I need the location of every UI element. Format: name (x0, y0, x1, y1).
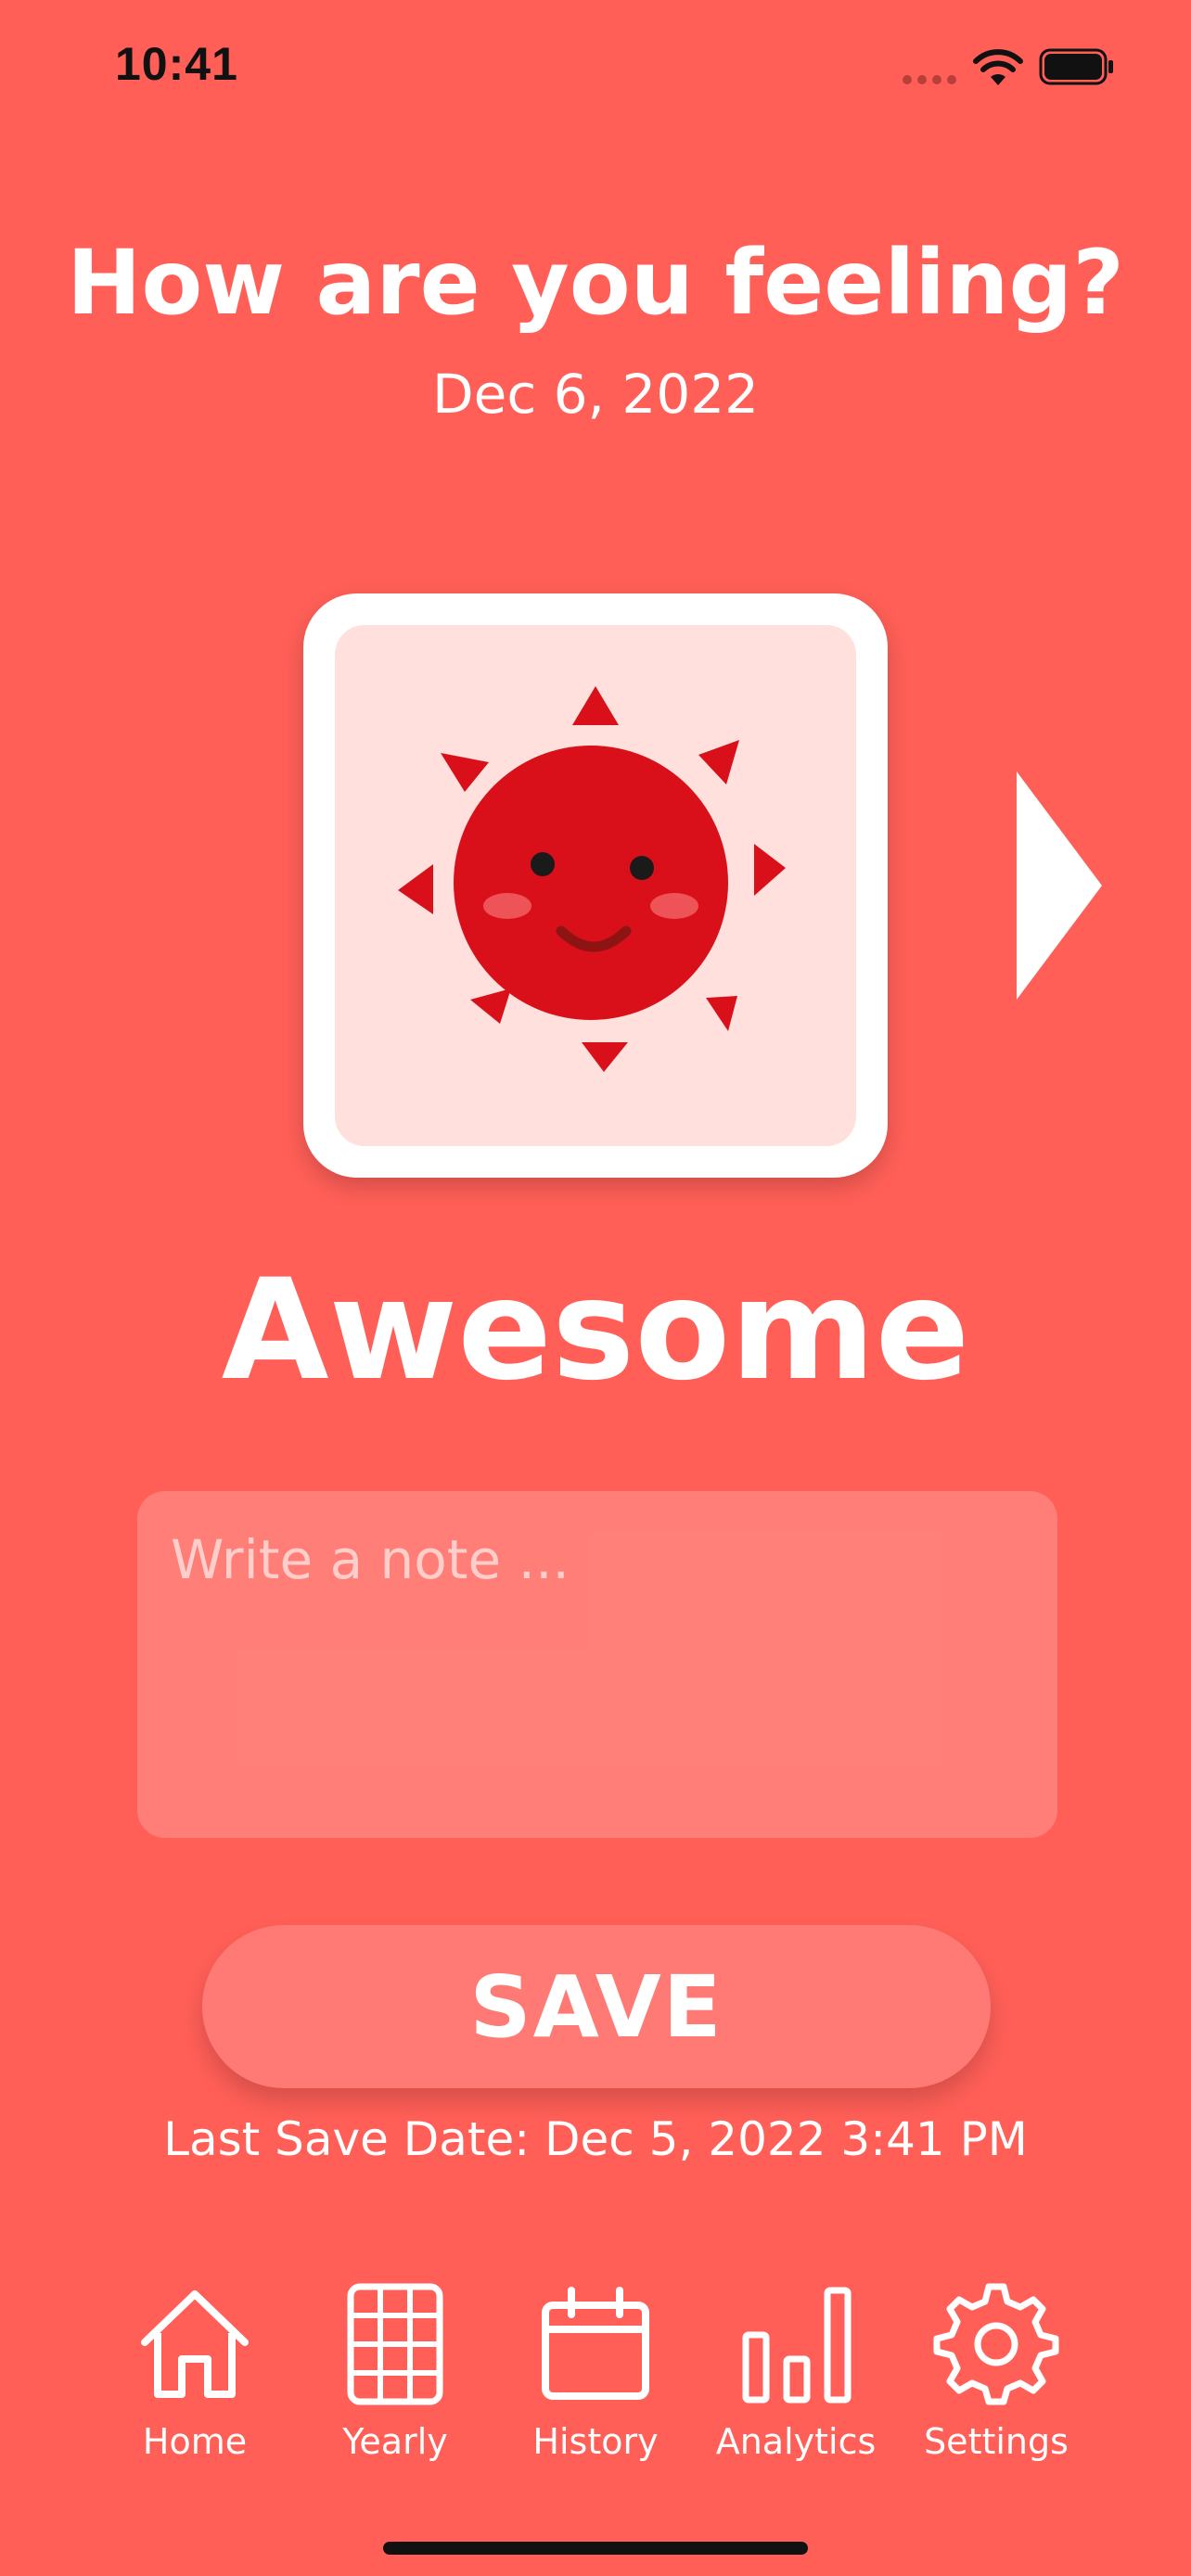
next-mood-arrow[interactable] (1015, 770, 1104, 1001)
tab-label-settings: Settings (924, 2421, 1069, 2462)
home-icon (141, 2290, 249, 2398)
wifi-icon (973, 49, 1023, 85)
tab-home[interactable]: Home (95, 2281, 295, 2467)
smiling-sun-icon (398, 686, 786, 1072)
mood-card-inner (335, 625, 856, 1146)
gear-icon (933, 2283, 1059, 2405)
save-button[interactable]: SAVE (202, 1925, 991, 2088)
home-indicator (383, 2542, 808, 2555)
tab-label-home: Home (142, 2421, 248, 2462)
mood-label: Awesome (221, 1250, 970, 1411)
note-box (137, 1491, 1057, 1838)
tab-label-history: History (532, 2421, 659, 2462)
chevron-right-icon (1017, 772, 1102, 1000)
tab-history[interactable]: History (495, 2281, 696, 2467)
tab-bar: Home Yearly History Analytics Settings (0, 2281, 1191, 2467)
page-title: How are you feeling? (67, 231, 1124, 335)
mood-card[interactable] (303, 593, 888, 1178)
status-time: 10:41 (115, 38, 238, 90)
tab-label-yearly: Yearly (342, 2421, 448, 2462)
note-input[interactable] (169, 1526, 1030, 1806)
status-bar: 10:41 (0, 0, 1191, 139)
grid-icon (347, 2283, 443, 2405)
calendar-icon (542, 2287, 649, 2400)
battery-icon (1039, 48, 1113, 85)
current-date: Dec 6, 2022 (431, 363, 760, 426)
tab-yearly[interactable]: Yearly (295, 2281, 495, 2467)
tab-analytics[interactable]: Analytics (696, 2281, 896, 2467)
cellular-signal-icon (903, 75, 956, 84)
bar-chart-icon (742, 2287, 852, 2404)
tab-settings[interactable]: Settings (896, 2281, 1096, 2467)
last-save-date: Last Save Date: Dec 5, 2022 3:41 PM (163, 2112, 1028, 2166)
tab-label-analytics: Analytics (715, 2421, 877, 2462)
